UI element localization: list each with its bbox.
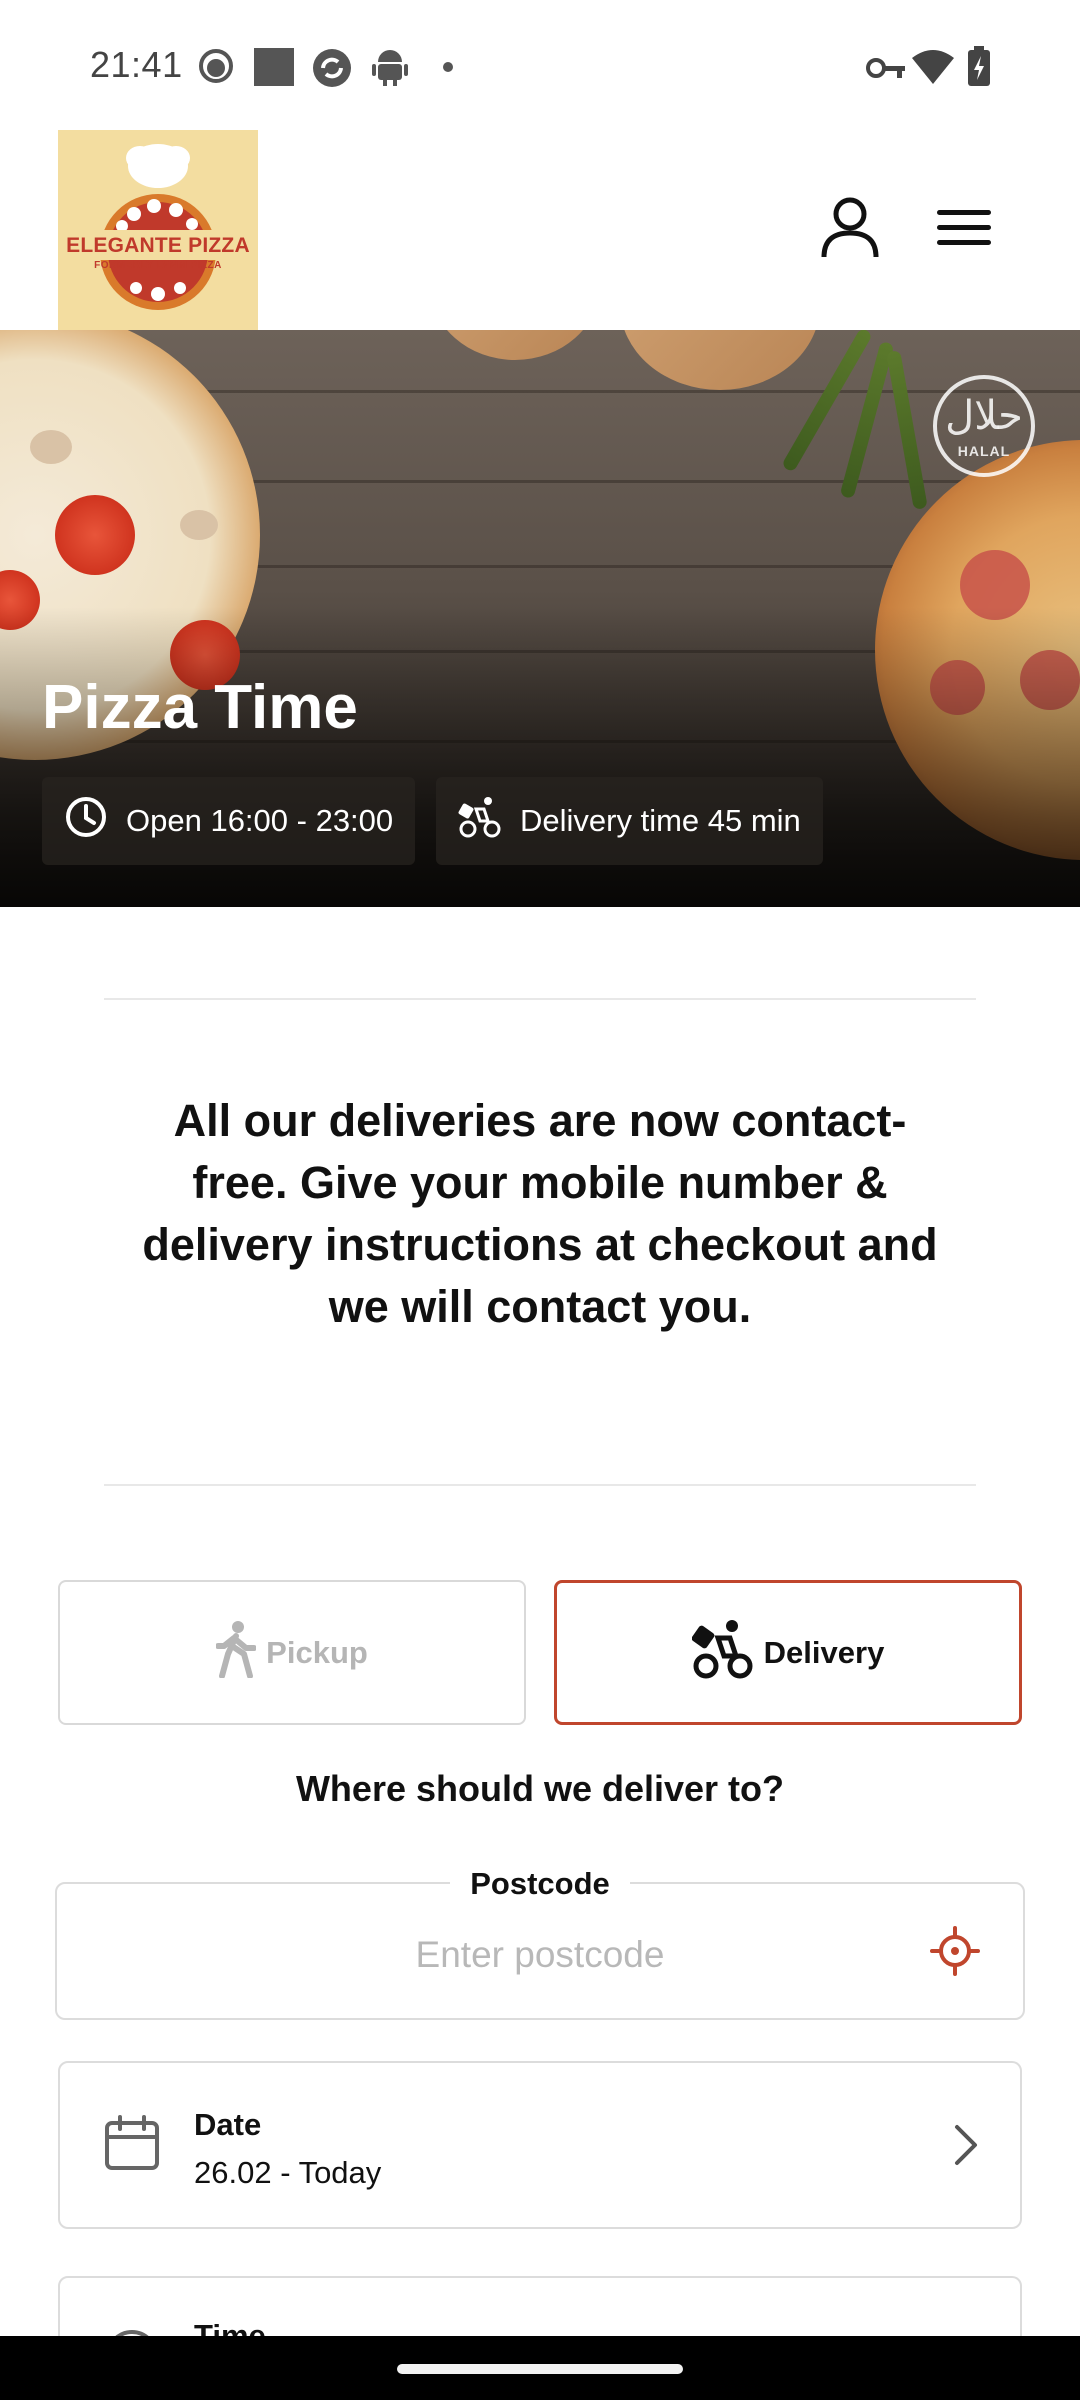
delivery-label: Delivery bbox=[763, 1634, 885, 1670]
hamburger-menu-icon bbox=[937, 208, 993, 253]
pickup-toggle[interactable]: Pickup bbox=[58, 1580, 526, 1725]
halal-arabic-text: حلال bbox=[945, 393, 1023, 439]
wifi-icon bbox=[912, 48, 954, 89]
menu-button[interactable] bbox=[930, 195, 1000, 265]
status-bar: 21:41 bbox=[0, 0, 1080, 130]
halal-label: HALAL bbox=[957, 443, 1011, 459]
system-navigation-bar bbox=[0, 2336, 1080, 2400]
logo-tagline: FORMERLY LVMM PIZZA bbox=[94, 260, 222, 271]
postcode-label: Postcode bbox=[450, 1866, 630, 1902]
delivery-bike-icon bbox=[691, 1618, 754, 1688]
face-notification-icon bbox=[198, 48, 234, 89]
date-selector[interactable]: Date 26.02 - Today bbox=[58, 2061, 1022, 2229]
person-icon bbox=[820, 197, 880, 264]
delivery-time-text: Delivery time 45 min bbox=[520, 803, 801, 838]
logo-name: ELEGANTE PIZZA bbox=[66, 234, 250, 257]
dot-icon bbox=[442, 60, 454, 78]
delivery-toggle[interactable]: Delivery bbox=[554, 1580, 1022, 1725]
divider-bottom bbox=[104, 1484, 976, 1486]
postcode-input[interactable] bbox=[200, 1934, 880, 1976]
walking-person-icon bbox=[215, 1620, 258, 1686]
account-button[interactable] bbox=[815, 195, 885, 265]
android-notification-icon bbox=[372, 48, 408, 91]
home-gesture-handle[interactable] bbox=[397, 2364, 683, 2374]
status-time: 21:41 bbox=[90, 44, 183, 85]
restaurant-logo[interactable]: ELEGANTE PIZZA FORMERLY LVMM PIZZA bbox=[58, 130, 258, 330]
locate-button[interactable] bbox=[930, 1926, 980, 1976]
crosshair-locate-icon bbox=[930, 1926, 980, 1980]
chevron-right-icon bbox=[952, 2123, 980, 2172]
delivery-bike-icon bbox=[458, 795, 502, 847]
hero-banner: حلال HALAL Pizza Time Open 16:00 - 23:00… bbox=[0, 330, 1080, 907]
vpn-key-icon bbox=[866, 56, 906, 85]
delivery-time-chip: Delivery time 45 min bbox=[436, 777, 823, 865]
shop-name: Pizza Time bbox=[42, 673, 358, 742]
sync-notification-icon bbox=[312, 48, 352, 93]
pickup-label: Pickup bbox=[266, 1634, 368, 1670]
halal-badge: حلال HALAL bbox=[933, 375, 1035, 477]
image-notification-icon bbox=[254, 48, 294, 91]
opening-hours-text: Open 16:00 - 23:00 bbox=[126, 803, 394, 838]
clock-icon bbox=[64, 795, 108, 847]
date-title: Date bbox=[194, 2107, 262, 2142]
app-header: ELEGANTE PIZZA FORMERLY LVMM PIZZA bbox=[0, 130, 1080, 330]
battery-charging-icon bbox=[968, 46, 990, 91]
contact-free-notice: All our deliveries are now contact-free.… bbox=[142, 1095, 938, 1332]
opening-hours-chip: Open 16:00 - 23:00 bbox=[42, 777, 416, 865]
date-value: 26.02 - Today bbox=[194, 2155, 382, 2190]
delivery-question: Where should we deliver to? bbox=[295, 1768, 785, 1809]
calendar-icon bbox=[104, 2115, 160, 2176]
divider-top bbox=[104, 998, 976, 1000]
